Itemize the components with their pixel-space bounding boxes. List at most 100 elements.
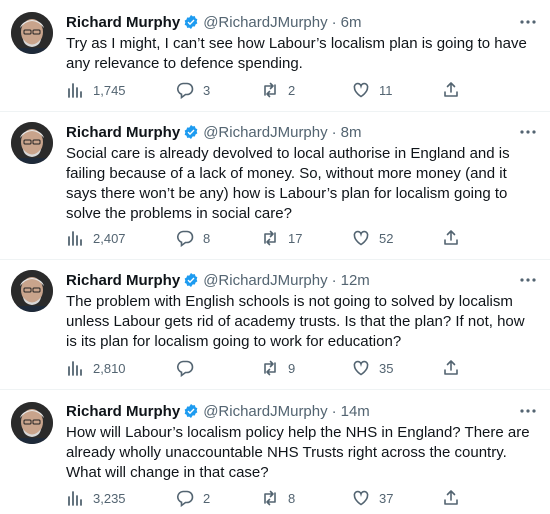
views-button[interactable]: 2,407 bbox=[66, 228, 126, 248]
tweet-actions: 2,407 8 17 52 bbox=[66, 228, 466, 248]
tweet-header: Richard Murphy @RichardJMurphy · 6m bbox=[66, 12, 361, 32]
views-button[interactable]: 1,745 bbox=[66, 80, 126, 100]
timestamp[interactable]: 14m bbox=[341, 403, 370, 420]
like-icon bbox=[353, 230, 369, 246]
author-name[interactable]: Richard Murphy bbox=[66, 124, 180, 141]
reply-button[interactable] bbox=[176, 358, 203, 378]
tweet-text: Social care is already devolved to local… bbox=[66, 145, 510, 222]
more-icon[interactable] bbox=[518, 123, 538, 141]
like-icon bbox=[353, 360, 369, 376]
more-icon[interactable] bbox=[518, 13, 538, 31]
reply-icon bbox=[177, 230, 194, 247]
retweet-icon bbox=[264, 230, 276, 246]
separator: · bbox=[331, 13, 337, 31]
views-icon bbox=[68, 491, 82, 506]
like-count: 11 bbox=[379, 82, 393, 98]
avatar[interactable] bbox=[11, 402, 53, 444]
retweet-button[interactable]: 9 bbox=[261, 358, 295, 378]
author-name[interactable]: Richard Murphy bbox=[66, 14, 180, 31]
avatar[interactable] bbox=[11, 270, 53, 312]
like-count: 35 bbox=[379, 360, 394, 376]
share-icon bbox=[444, 360, 458, 375]
retweet-icon bbox=[264, 490, 276, 506]
share-icon bbox=[444, 490, 458, 505]
tweet-actions: 2,810 9 35 bbox=[66, 358, 466, 378]
retweet-icon bbox=[264, 82, 276, 98]
views-button[interactable]: 3,235 bbox=[66, 488, 126, 508]
reply-icon bbox=[177, 360, 194, 377]
timestamp[interactable]: 8m bbox=[341, 124, 362, 141]
tweet-text: How will Labour’s localism policy help t… bbox=[66, 424, 530, 481]
like-button[interactable]: 37 bbox=[352, 488, 393, 508]
verified-badge-icon bbox=[184, 15, 198, 29]
author-name[interactable]: Richard Murphy bbox=[66, 403, 180, 420]
share-icon bbox=[444, 230, 458, 245]
avatar[interactable] bbox=[11, 122, 53, 164]
share-button[interactable] bbox=[442, 228, 469, 248]
tweet-actions: 1,745 3 2 11 bbox=[66, 80, 466, 100]
like-count: 37 bbox=[379, 490, 394, 506]
verified-badge-icon bbox=[184, 404, 198, 418]
timestamp[interactable]: 6m bbox=[341, 14, 362, 31]
tweet-text: Try as I might, I can’t see how Labour’s… bbox=[66, 35, 527, 72]
tweet[interactable]: Richard Murphy @RichardJMurphy · 14m How… bbox=[0, 390, 550, 514]
views-count: 3,235 bbox=[93, 490, 126, 506]
timeline-feed: Richard Murphy @RichardJMurphy · 6m Try … bbox=[0, 0, 550, 514]
retweet-button[interactable]: 17 bbox=[261, 228, 302, 248]
reply-button[interactable]: 2 bbox=[176, 488, 210, 508]
tweet[interactable]: Richard Murphy @RichardJMurphy · 6m Try … bbox=[0, 0, 550, 112]
author-handle[interactable]: @RichardJMurphy bbox=[203, 403, 327, 420]
author-handle[interactable]: @RichardJMurphy bbox=[203, 14, 327, 31]
reply-count: 8 bbox=[203, 230, 211, 246]
tweet-header: Richard Murphy @RichardJMurphy · 12m bbox=[66, 270, 370, 290]
separator: · bbox=[331, 271, 337, 289]
verified-badge-icon bbox=[184, 273, 198, 287]
reply-button[interactable]: 3 bbox=[176, 80, 210, 100]
separator: · bbox=[331, 123, 337, 141]
retweet-count: 9 bbox=[288, 360, 296, 376]
views-button[interactable]: 2,810 bbox=[66, 358, 126, 378]
views-count: 2,810 bbox=[93, 360, 126, 376]
share-button[interactable] bbox=[442, 488, 469, 508]
reply-button[interactable]: 8 bbox=[176, 228, 210, 248]
tweet-text: The problem with English schools is not … bbox=[66, 293, 525, 350]
separator: · bbox=[331, 402, 337, 420]
tweet-header: Richard Murphy @RichardJMurphy · 8m bbox=[66, 122, 361, 142]
retweet-button[interactable]: 2 bbox=[261, 80, 295, 100]
author-handle[interactable]: @RichardJMurphy bbox=[203, 272, 327, 289]
views-count: 1,745 bbox=[93, 82, 126, 98]
like-button[interactable]: 11 bbox=[352, 80, 393, 100]
reply-icon bbox=[177, 82, 194, 99]
share-button[interactable] bbox=[442, 80, 469, 100]
verified-badge-icon bbox=[184, 125, 198, 139]
reply-count: 3 bbox=[203, 82, 211, 98]
retweet-icon bbox=[264, 360, 276, 376]
retweet-count: 2 bbox=[288, 82, 296, 98]
more-icon[interactable] bbox=[518, 402, 538, 420]
reply-count: 2 bbox=[203, 490, 211, 506]
retweet-count: 8 bbox=[288, 490, 296, 506]
avatar[interactable] bbox=[11, 12, 53, 54]
author-name[interactable]: Richard Murphy bbox=[66, 272, 180, 289]
author-handle[interactable]: @RichardJMurphy bbox=[203, 124, 327, 141]
share-button[interactable] bbox=[442, 358, 469, 378]
views-count: 2,407 bbox=[93, 230, 126, 246]
views-icon bbox=[68, 231, 82, 246]
views-icon bbox=[68, 83, 82, 98]
like-button[interactable]: 35 bbox=[352, 358, 393, 378]
like-icon bbox=[353, 490, 369, 506]
like-count: 52 bbox=[379, 230, 394, 246]
timestamp[interactable]: 12m bbox=[341, 272, 370, 289]
like-icon bbox=[353, 82, 369, 98]
tweet-actions: 3,235 2 8 37 bbox=[66, 488, 466, 508]
reply-icon bbox=[177, 490, 194, 507]
views-icon bbox=[68, 361, 82, 376]
retweet-count: 17 bbox=[288, 230, 303, 246]
more-icon[interactable] bbox=[518, 271, 538, 289]
retweet-button[interactable]: 8 bbox=[261, 488, 295, 508]
tweet[interactable]: Richard Murphy @RichardJMurphy · 8m Soci… bbox=[0, 112, 550, 260]
tweet-header: Richard Murphy @RichardJMurphy · 14m bbox=[66, 401, 370, 421]
share-icon bbox=[444, 82, 458, 97]
tweet[interactable]: Richard Murphy @RichardJMurphy · 12m The… bbox=[0, 260, 550, 390]
like-button[interactable]: 52 bbox=[352, 228, 393, 248]
